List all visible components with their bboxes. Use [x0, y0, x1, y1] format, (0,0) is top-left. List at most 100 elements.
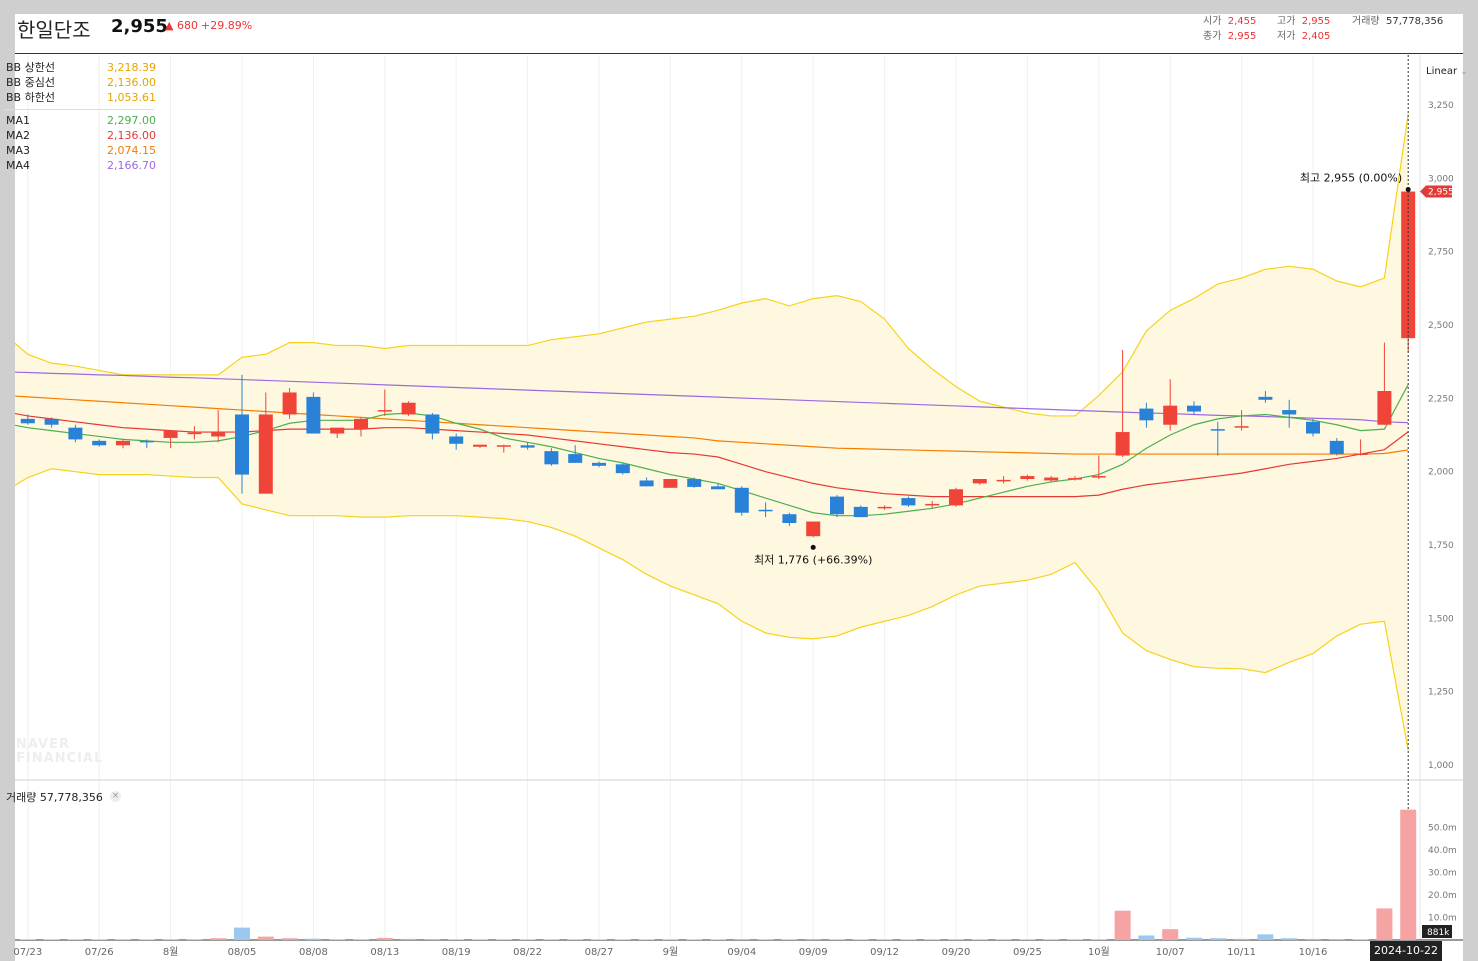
price-chart[interactable]: 3,250 3,000 2,750 2,500 2,250 2,000 1,750 1,500…	[0, 0, 1478, 961]
scale-mode-select[interactable]: Linear ⌄	[1426, 66, 1468, 77]
volume-bar	[1400, 809, 1417, 940]
candle-body	[901, 498, 916, 506]
annotation-dot	[1405, 187, 1411, 193]
candle-body	[235, 414, 249, 475]
volume-tick-label: 40.0m	[1428, 846, 1457, 856]
legend-name: MA4	[6, 159, 31, 172]
volume-bar	[1328, 939, 1345, 940]
candle-body	[425, 414, 440, 434]
candle	[901, 496, 916, 507]
candle-body	[758, 509, 773, 512]
candle-body	[1258, 396, 1273, 400]
candle-body	[1139, 408, 1154, 421]
candle	[306, 392, 321, 434]
candle-body	[139, 440, 154, 443]
volume-tick-label: 30.0m	[1428, 868, 1457, 878]
candle-body	[877, 506, 892, 509]
crosshair-date-badge: 2024-10-22	[1370, 941, 1442, 961]
candle-body	[1187, 405, 1201, 412]
x-tick-label: 08/19	[442, 947, 471, 958]
scale-mode-label: Linear	[1426, 66, 1458, 77]
candle-body	[520, 445, 535, 448]
legend-name: BB 상한선	[6, 61, 55, 74]
legend-bb-upper: BB 상한선 3,218.39	[4, 60, 156, 75]
candle	[663, 479, 678, 488]
candle-body	[68, 427, 83, 440]
candle-body	[1068, 478, 1082, 480]
candle-body	[806, 521, 821, 537]
x-tick-label: 07/23	[13, 947, 42, 958]
candle-body	[473, 444, 487, 447]
volume-bar	[1162, 929, 1179, 940]
candle	[401, 401, 416, 416]
x-tick-label: 08/22	[513, 947, 542, 958]
candle-body	[163, 430, 178, 438]
candle-body	[354, 418, 368, 430]
candle-body	[92, 440, 107, 446]
price-annotation: 최저 1,776 (+66.39%)	[754, 553, 872, 566]
legend-value: 3,218.39	[107, 61, 156, 74]
candle-body	[187, 432, 202, 435]
legend-ma2: MA2 2,136.00	[4, 128, 156, 143]
y-tick-label: 2,500	[1428, 321, 1454, 331]
y-tick-label: 1,750	[1428, 541, 1454, 551]
volume-tick-label: 20.0m	[1428, 891, 1457, 901]
candle-body	[1306, 421, 1320, 434]
x-tick-label: 8월	[163, 946, 179, 958]
watermark-line-1: NAVER	[16, 737, 71, 752]
candle	[830, 495, 844, 518]
candle-body	[972, 479, 987, 484]
x-tick-label: 10/16	[1299, 947, 1328, 958]
candle-body	[830, 496, 844, 515]
volume-bar	[1186, 937, 1202, 940]
y-tick-label: 3,000	[1428, 174, 1454, 184]
x-tick-label: 10/11	[1227, 947, 1256, 958]
candle-body	[496, 445, 511, 447]
candle-body	[996, 479, 1011, 482]
candle-body	[1020, 476, 1035, 479]
candle-body	[1091, 476, 1106, 478]
close-icon[interactable]: ×	[110, 791, 121, 802]
y-tick-label: 1,500	[1428, 614, 1454, 624]
legend-value: 2,166.70	[107, 159, 156, 172]
candle	[734, 486, 749, 516]
legend-name: MA1	[6, 114, 31, 127]
volume-bar	[257, 936, 274, 940]
volume-bar	[376, 937, 393, 940]
legend-name: BB 중심선	[6, 76, 55, 89]
volume-panel-label: 거래량 57,778,356	[6, 791, 103, 804]
volume-bar	[0, 939, 12, 940]
candle	[615, 462, 630, 475]
legend-ma4: MA4 2,166.70	[4, 158, 156, 173]
x-tick-label: 10월	[1088, 946, 1110, 958]
chevron-down-icon: ⌄	[1460, 67, 1468, 77]
candle	[949, 487, 963, 507]
volume-bar	[234, 927, 250, 940]
legend-value: 2,136.00	[107, 129, 156, 142]
volume-bar	[210, 938, 227, 940]
volume-bar	[424, 939, 441, 940]
x-tick-label: 07/26	[85, 947, 114, 958]
legend-value: 2,074.15	[107, 144, 156, 157]
x-tick-label: 09/09	[799, 947, 828, 958]
volume-bar	[1281, 938, 1298, 940]
last-price-label: 2,955	[1428, 188, 1454, 198]
candle-body	[306, 396, 321, 434]
candle-body	[258, 414, 273, 494]
y-tick-label: 3,250	[1428, 101, 1454, 111]
x-tick-label: 08/13	[370, 947, 399, 958]
volume-bar	[733, 939, 750, 940]
price-annotation: 최고 2,955 (0.00%)	[1300, 172, 1402, 185]
candle-body	[663, 479, 678, 488]
x-tick-label: 08/27	[585, 947, 614, 958]
volume-bars	[0, 809, 1417, 940]
y-tick-label: 1,000	[1428, 761, 1454, 771]
candle-body	[0, 409, 11, 418]
candle-body	[1329, 440, 1344, 455]
x-tick-label: 08/05	[228, 947, 257, 958]
indicator-legend: BB 상한선 3,218.39 BB 중심선 2,136.00 BB 하한선 1,05…	[4, 60, 156, 173]
candle	[853, 505, 868, 518]
volume-bar	[1114, 910, 1131, 940]
candle-body	[1115, 432, 1130, 456]
legend-bb-lower: BB 하한선 1,053.61	[4, 90, 156, 105]
